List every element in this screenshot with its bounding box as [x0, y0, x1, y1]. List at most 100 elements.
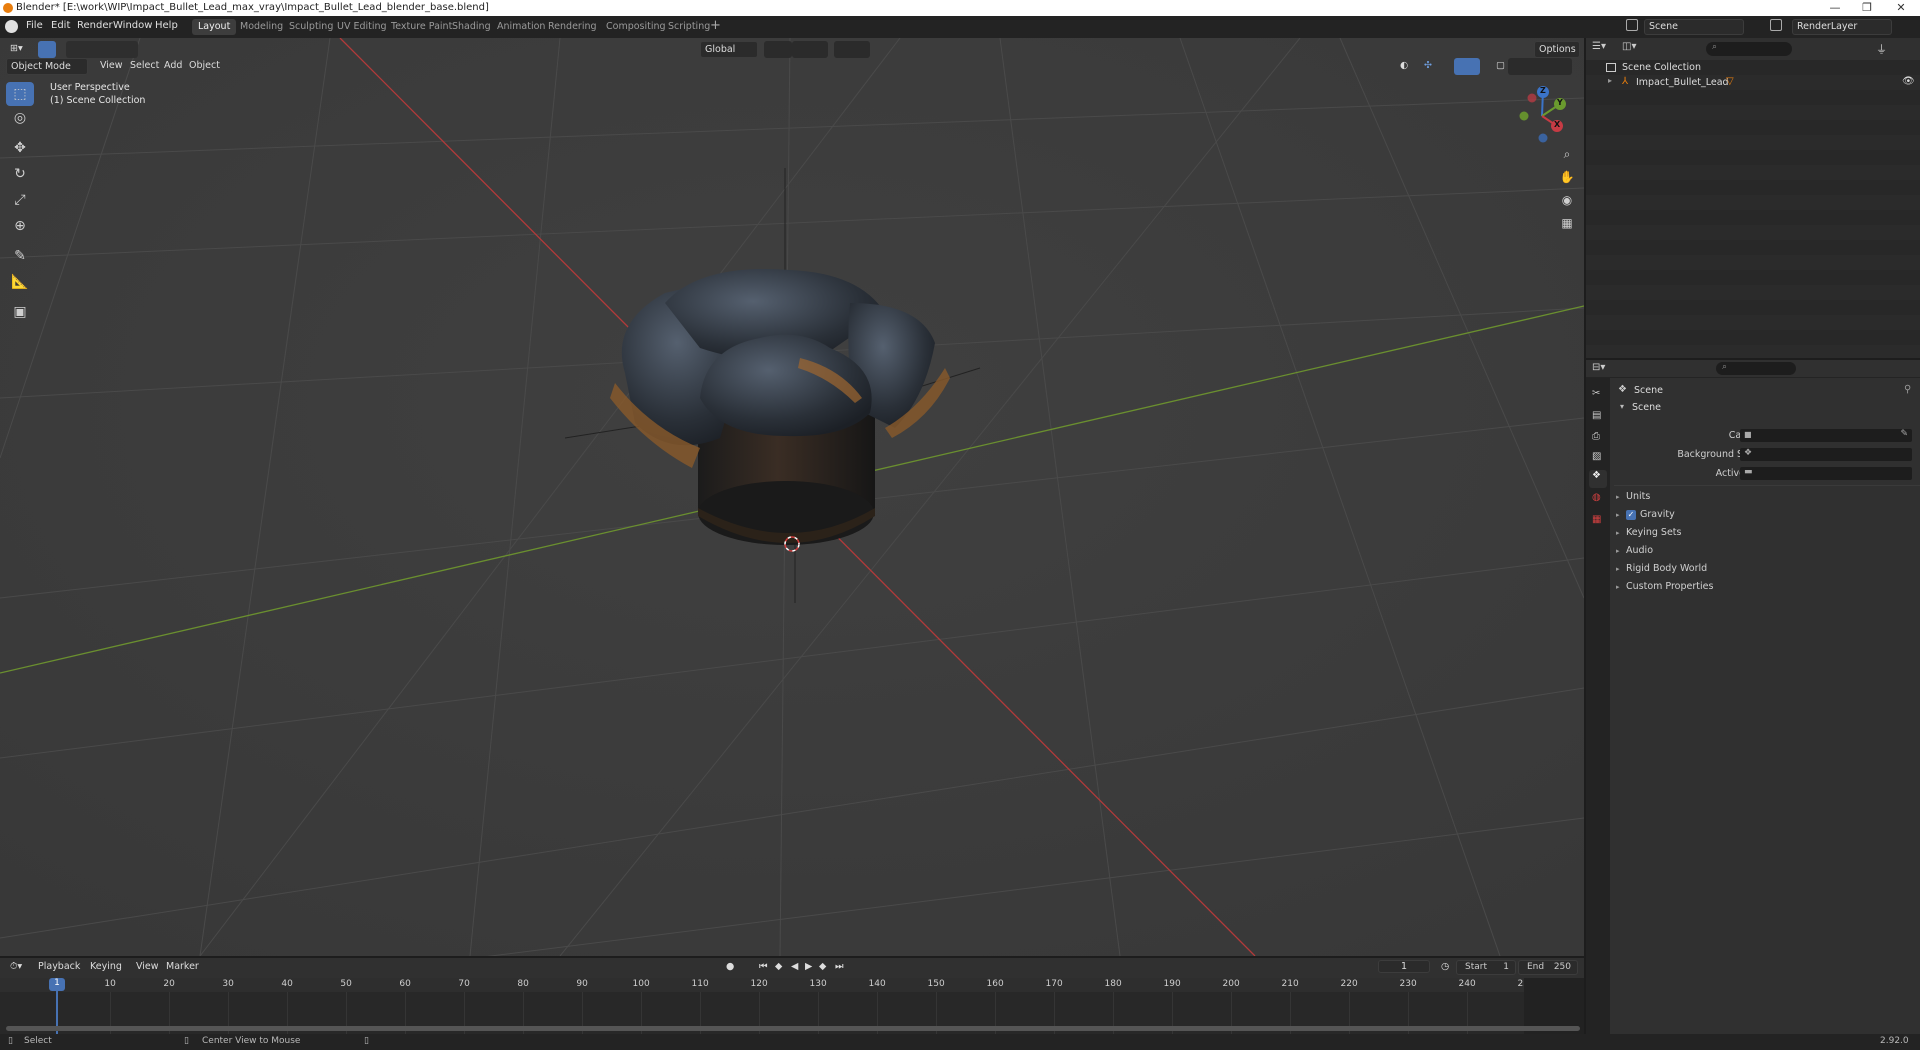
3d-viewport[interactable]: User Perspective (1) Scene Collection Z … [0, 38, 1584, 956]
viewport-menu-object[interactable]: Object [185, 58, 224, 73]
pivot-point-icon[interactable] [764, 41, 792, 58]
timeline-editor-type-icon[interactable]: ⏱▾ [6, 959, 26, 974]
gravity-panel[interactable]: ▸ ✓ Gravity [1616, 509, 1675, 520]
outliner-search-input[interactable]: ⌕ [1706, 42, 1792, 56]
outliner-row-object[interactable]: ▸ ⅄ Impact_Bullet_Lead ▽ 👁 [1586, 75, 1920, 90]
blender-menu-icon[interactable] [5, 20, 18, 33]
scene-icon[interactable] [1626, 19, 1638, 31]
background-scene-field[interactable]: ❖ [1740, 448, 1912, 461]
timeline-view-menu[interactable]: View [132, 959, 163, 974]
next-keyframe-icon[interactable]: ◆ [815, 959, 830, 974]
viewport-menu-select[interactable]: Select [126, 58, 163, 73]
properties-editor-type-icon[interactable]: ⊟▾ [1592, 362, 1605, 373]
select-mode-icon[interactable] [38, 41, 56, 58]
jump-start-icon[interactable]: ⏮ [755, 959, 772, 974]
cursor-tool-icon[interactable]: ◎ [6, 106, 34, 130]
minimize-button[interactable]: — [1820, 1, 1850, 14]
menu-render[interactable]: Render [77, 20, 113, 31]
scene-panel-header[interactable]: ▾ Scene [1614, 400, 1920, 416]
keying-sets-panel[interactable]: ▸ Keying Sets [1616, 527, 1681, 538]
workspace-tab-rendering[interactable]: Rendering [542, 19, 603, 35]
frame-ruler[interactable]: 10 20 30 40 50 60 70 80 90 100 110 120 130 140 150 160 1… [0, 978, 1584, 1034]
playhead-frame-label[interactable]: 1 [49, 978, 65, 991]
custom-properties-panel[interactable]: ▸ Custom Properties [1616, 581, 1713, 592]
tool-tab-icon[interactable]: ✂ [1592, 388, 1600, 399]
shading-mode-icons[interactable] [1508, 58, 1572, 75]
menu-file[interactable]: File [26, 20, 43, 31]
measure-tool-icon[interactable]: 📐 [6, 270, 34, 294]
snap-icon[interactable] [792, 41, 828, 58]
playback-menu[interactable]: Playback [34, 959, 84, 974]
object-mode-dropdown[interactable]: Object Mode [6, 58, 88, 75]
output-tab-icon[interactable]: ⎙ [1592, 431, 1600, 442]
scene-tab-icon[interactable]: ❖ [1589, 470, 1607, 488]
outliner-row-root[interactable]: Scene Collection [1586, 60, 1920, 75]
clock-icon[interactable]: ◷ [1437, 959, 1453, 974]
transform-orientation-dropdown[interactable]: Global [700, 41, 758, 58]
annotate-tool-icon[interactable]: ✎ [6, 244, 34, 268]
record-keyframe-icon[interactable]: ● [722, 959, 738, 974]
world-tab-icon[interactable]: ◍ [1592, 492, 1601, 503]
options-dropdown[interactable]: Options [1534, 41, 1580, 58]
rotate-tool-icon[interactable]: ↻ [6, 162, 34, 186]
selection-mode-icons[interactable] [66, 41, 138, 58]
camera-view-icon[interactable]: ◉ [1557, 190, 1577, 210]
workspace-tab-uv-editing[interactable]: UV Editing [331, 19, 393, 35]
filter-icon[interactable]: ⏚ [1876, 41, 1887, 57]
zoom-icon[interactable]: ⌕ [1557, 144, 1577, 164]
prev-keyframe-icon[interactable]: ◆ [771, 959, 786, 974]
proportional-edit-icon[interactable] [834, 41, 870, 58]
workspace-tab-scripting[interactable]: Scripting [662, 19, 716, 35]
timeline-scrollbar[interactable] [6, 1026, 1580, 1031]
eye-visibility-icon[interactable]: 👁 [1902, 76, 1915, 87]
display-mode-icon[interactable]: ◫▾ [1622, 41, 1644, 56]
move-tool-icon[interactable]: ✥ [6, 136, 34, 160]
visibility-icon[interactable]: ◐ [1396, 58, 1418, 75]
workspace-tab-modeling[interactable]: Modeling [234, 19, 289, 35]
select-box-tool-icon[interactable]: ⬚ [6, 82, 34, 106]
xray-toggle-icon[interactable]: ▢ [1492, 58, 1506, 75]
perspective-toggle-icon[interactable]: ▦ [1557, 213, 1577, 233]
overlays-toggle-icon[interactable] [1454, 58, 1480, 75]
restore-button[interactable]: ❐ [1852, 1, 1882, 14]
scale-tool-icon[interactable]: ⤢ [6, 188, 34, 212]
units-panel[interactable]: ▸ Units [1616, 491, 1650, 502]
properties-search-input[interactable]: ⌕ [1716, 362, 1796, 375]
expand-arrow-icon[interactable]: ▸ [1608, 76, 1612, 85]
texture-tab-icon[interactable]: ▦ [1592, 514, 1601, 525]
menu-edit[interactable]: Edit [51, 20, 70, 31]
keying-menu[interactable]: Keying [86, 959, 126, 974]
gravity-checkbox[interactable]: ✓ [1626, 510, 1636, 520]
eyedropper-icon[interactable]: ✎ [1900, 429, 1908, 439]
rigid-body-world-panel[interactable]: ▸ Rigid Body World [1616, 563, 1707, 574]
renderlayer-icon[interactable] [1770, 19, 1782, 31]
menu-window[interactable]: Window [113, 20, 152, 31]
pan-hand-icon[interactable]: ✋ [1557, 167, 1577, 187]
add-cube-tool-icon[interactable]: ▣ [6, 300, 34, 324]
add-workspace-button[interactable]: + [710, 18, 721, 33]
menu-help[interactable]: Help [155, 20, 178, 31]
camera-field[interactable]: ■ ✎ [1740, 429, 1912, 442]
editor-type-icon[interactable]: ⊞▾ [6, 41, 32, 58]
outliner-editor-type-icon[interactable]: ☰▾ [1592, 41, 1614, 56]
transform-tool-icon[interactable]: ⊕ [6, 214, 34, 238]
workspace-tab-compositing[interactable]: Compositing [600, 19, 672, 35]
active-clip-field[interactable]: ▬ [1740, 467, 1912, 480]
viewport-menu-add[interactable]: Add [160, 58, 186, 73]
view-layer-tab-icon[interactable]: ▨ [1592, 451, 1601, 462]
workspace-tab-shading[interactable]: Shading [446, 19, 497, 35]
current-frame-field[interactable]: 1 [1378, 960, 1430, 973]
renderlayer-selector[interactable]: RenderLayer [1792, 19, 1892, 35]
navigation-gizmo[interactable]: Z Y X [1512, 86, 1572, 146]
viewport-menu-view[interactable]: View [96, 58, 127, 73]
marker-menu[interactable]: Marker [162, 959, 203, 974]
audio-panel[interactable]: ▸ Audio [1616, 545, 1653, 556]
render-tab-icon[interactable]: ▤ [1592, 410, 1601, 421]
scene-selector[interactable]: Scene [1644, 19, 1744, 35]
start-frame-field[interactable]: Start 1 [1456, 960, 1516, 975]
gizmo-toggle-icon[interactable]: ✣ [1420, 58, 1442, 75]
pin-icon[interactable]: ⚲ [1904, 384, 1911, 395]
end-frame-field[interactable]: End 250 [1518, 960, 1578, 975]
close-button[interactable]: ✕ [1886, 1, 1916, 14]
workspace-tab-layout[interactable]: Layout [192, 19, 237, 35]
